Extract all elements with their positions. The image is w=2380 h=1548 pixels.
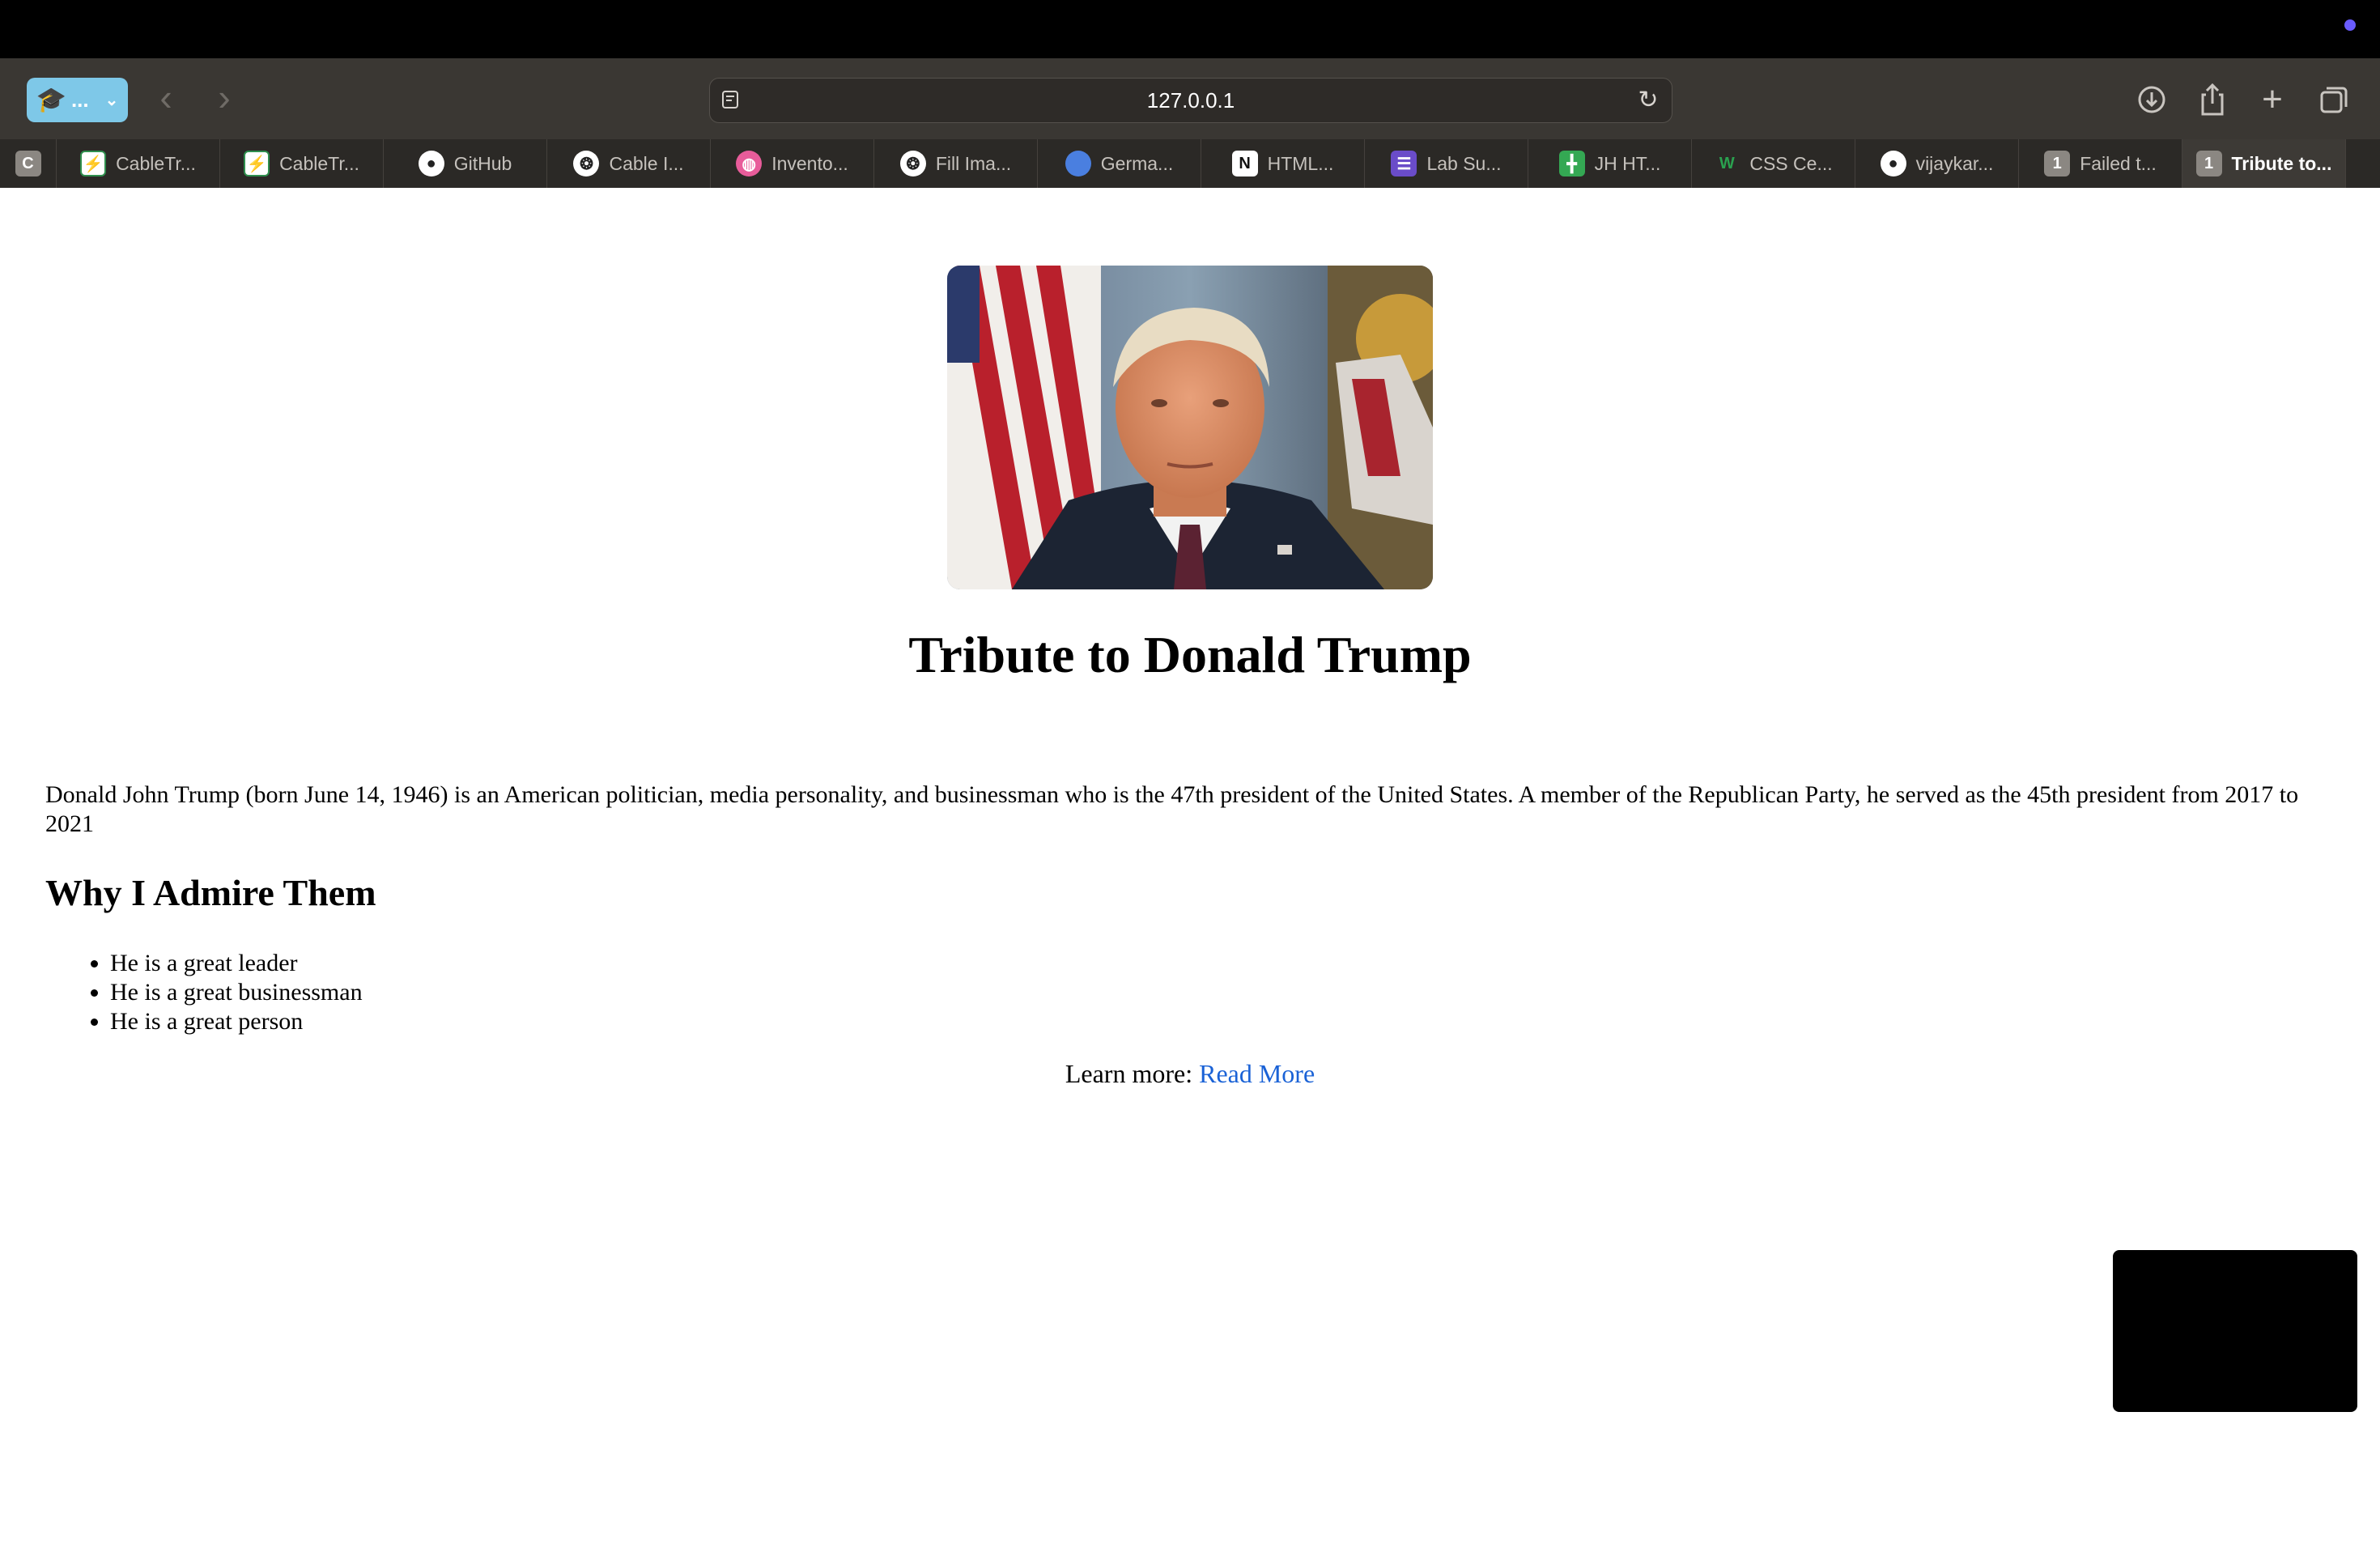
tab-title: vijaykar... [1915, 152, 1994, 174]
web-page: Tribute to Donald Trump Donald John Trum… [0, 188, 2380, 1548]
github-icon: ● [1880, 151, 1906, 176]
forward-button[interactable]: › [204, 73, 244, 121]
chevron-down-icon: ⌄ [104, 91, 119, 109]
graduation-cap-icon: 🎓 [36, 87, 66, 113]
count-badge-icon: 1 [2195, 151, 2222, 176]
tab-14[interactable]: 1 Tribute to... [2182, 139, 2346, 188]
tab-title: CableTr... [279, 152, 359, 174]
cabletrack-icon: ⚡ [80, 151, 107, 176]
tab-title: JH HT... [1594, 152, 1661, 174]
profile-button[interactable]: 🎓 ... ⌄ [27, 78, 128, 122]
tab-13[interactable]: 1 Failed t... [2019, 139, 2182, 188]
tab-title: CSS Ce... [1749, 152, 1833, 174]
learn-more-prefix: Learn more: [1065, 1059, 1200, 1088]
admire-heading: Why I Admire Them [45, 872, 376, 913]
tab-title: Failed t... [2080, 152, 2157, 174]
tab-title: HTML... [1267, 152, 1334, 174]
tab-4[interactable]: ❂ Cable I... [547, 139, 711, 188]
tab-title: Invento... [771, 152, 848, 174]
profile-label: ... [70, 87, 89, 112]
tab-5[interactable]: ◍ Invento... [711, 139, 874, 188]
tab-title: Lab Su... [1426, 152, 1502, 174]
tab-title: Tribute to... [2231, 152, 2332, 174]
tab-8[interactable]: N HTML... [1201, 139, 1365, 188]
page-title: Tribute to Donald Trump [908, 626, 1472, 683]
tab-12[interactable]: ● vijaykar... [1855, 139, 2019, 188]
list-item: He is a great person [110, 1007, 363, 1036]
recording-indicator-icon [2344, 19, 2356, 31]
reload-icon[interactable]: ↻ [1636, 79, 1660, 122]
downloads-icon[interactable] [2130, 78, 2174, 121]
page-settings-icon [722, 91, 738, 108]
cabletrack-icon: ⚡ [244, 151, 270, 176]
tab-11[interactable]: W CSS Ce... [1692, 139, 1855, 188]
list-item: He is a great leader [110, 949, 363, 978]
openai-icon: ❂ [573, 151, 600, 176]
w3-icon: W [1719, 154, 1735, 172]
tab-title: CableTr... [116, 152, 196, 174]
openai-icon: ❂ [899, 151, 926, 176]
picture-in-picture-window[interactable] [2113, 1250, 2357, 1412]
list-icon: ☰ [1391, 151, 1417, 176]
tab-1[interactable]: ⚡ CableTr... [57, 139, 220, 188]
url-text: 127.0.0.1 [1146, 88, 1235, 113]
list-item: He is a great businessman [110, 978, 363, 1007]
tab-2[interactable]: ⚡ CableTr... [220, 139, 384, 188]
dribbble-icon: ◍ [736, 151, 763, 176]
tab-title: Fill Ima... [935, 152, 1012, 174]
count-badge-icon: 1 [2044, 151, 2071, 176]
menu-bar [0, 0, 2380, 58]
bio-paragraph: Donald John Trump (born June 14, 1946) i… [45, 781, 2299, 837]
tab-9[interactable]: ☰ Lab Su... [1365, 139, 1528, 188]
google-cloud-icon [1065, 151, 1091, 176]
tab-6[interactable]: ❂ Fill Ima... [874, 139, 1038, 188]
browser-toolbar: 🎓 ... ⌄ ‹ › 127.0.0.1 ↻ + [0, 58, 2380, 139]
tab-title: Germa... [1100, 152, 1174, 174]
reasons-list: He is a great leader He is a great busin… [45, 949, 363, 1036]
c-letter-icon: C [15, 151, 41, 176]
tab-title: Cable I... [609, 152, 684, 174]
tab-bar: C ⚡ CableTr... ⚡ CableTr... ● GitHub ❂ Cable I..… [0, 139, 2380, 188]
tab-3[interactable]: ● GitHub [384, 139, 547, 188]
share-icon[interactable] [2191, 78, 2234, 121]
notion-icon: N [1231, 151, 1258, 176]
tab-7[interactable]: Germa... [1038, 139, 1201, 188]
tab-10[interactable]: ╋ JH HT... [1528, 139, 1692, 188]
portrait-image [947, 266, 1433, 589]
github-icon: ● [418, 151, 444, 176]
address-bar[interactable]: 127.0.0.1 ↻ [709, 78, 1672, 123]
tab-0[interactable]: C [0, 139, 57, 188]
tab-title: GitHub [453, 152, 512, 174]
read-more-link[interactable]: Read More [1199, 1059, 1315, 1088]
learn-more-line: Learn more: Read More [0, 1059, 2380, 1089]
sheets-icon: ╋ [1558, 151, 1585, 176]
new-tab-icon[interactable]: + [2250, 78, 2294, 121]
tab-overview-icon[interactable] [2312, 78, 2356, 121]
back-button[interactable]: ‹ [146, 73, 186, 121]
